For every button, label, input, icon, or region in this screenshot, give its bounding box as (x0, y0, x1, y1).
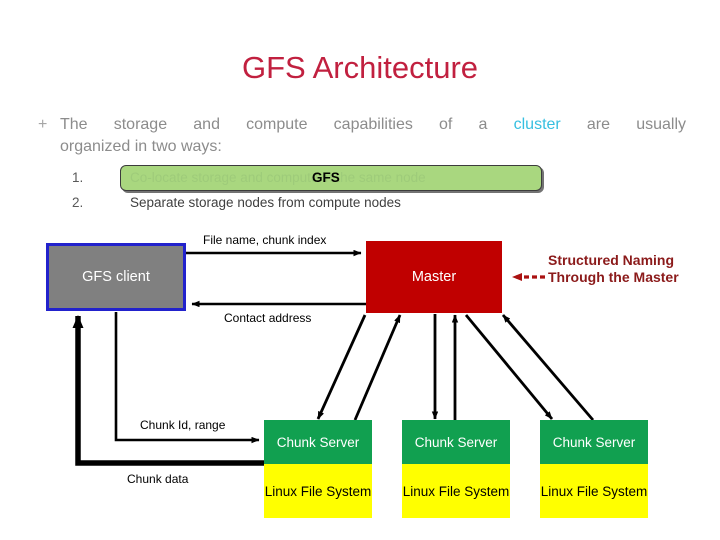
node-chunk-server-2-label: Chunk Server (552, 434, 636, 450)
node-chunk-server-2-header: Chunk Server (540, 420, 648, 464)
node-chunk-server-2[interactable]: Chunk Server Linux File System (540, 420, 648, 518)
node-master-label: Master (411, 269, 457, 285)
edge-master-to-chunk-2 (464, 314, 554, 420)
node-chunk-server-0-label: Chunk Server (276, 434, 360, 450)
node-chunk-server-1-label: Chunk Server (414, 434, 498, 450)
annotation-structured-naming: Structured Naming Through the Master (548, 252, 679, 285)
edge-label-contact-address: Contact address (224, 311, 312, 325)
node-gfs-client[interactable]: GFS client (46, 243, 186, 311)
node-chunk-server-1[interactable]: Chunk Server Linux File System (402, 420, 510, 518)
node-linux-fs-2: Linux File System (540, 464, 648, 518)
edge-label-chunk-data: Chunk data (127, 472, 189, 486)
node-gfs-client-label: GFS client (82, 269, 150, 285)
node-master-ghost-text (366, 249, 502, 265)
edge-chunk-0-to-master (353, 314, 402, 421)
edge-label-file-name: File name, chunk index (203, 233, 327, 247)
node-chunk-server-0[interactable]: Chunk Server Linux File System (264, 420, 372, 518)
node-linux-fs-0-label: Linux File System (264, 483, 372, 499)
node-linux-fs-0: Linux File System (264, 464, 372, 518)
edge-master-to-chunk-0 (316, 314, 367, 420)
edge-label-chunk-id-range: Chunk Id, range (140, 418, 226, 432)
node-linux-fs-1-label: Linux File System (402, 483, 510, 499)
node-master[interactable]: Master (366, 241, 502, 313)
gfs-architecture-diagram: GFS client Master Chunk Server Linux Fil… (0, 0, 720, 540)
node-chunk-server-1-header: Chunk Server (402, 420, 510, 464)
node-linux-fs-2-label: Linux File System (540, 483, 648, 499)
node-chunk-server-0-header: Chunk Server (264, 420, 372, 464)
edge-chunk-2-to-master (501, 314, 595, 421)
node-linux-fs-1: Linux File System (402, 464, 510, 518)
